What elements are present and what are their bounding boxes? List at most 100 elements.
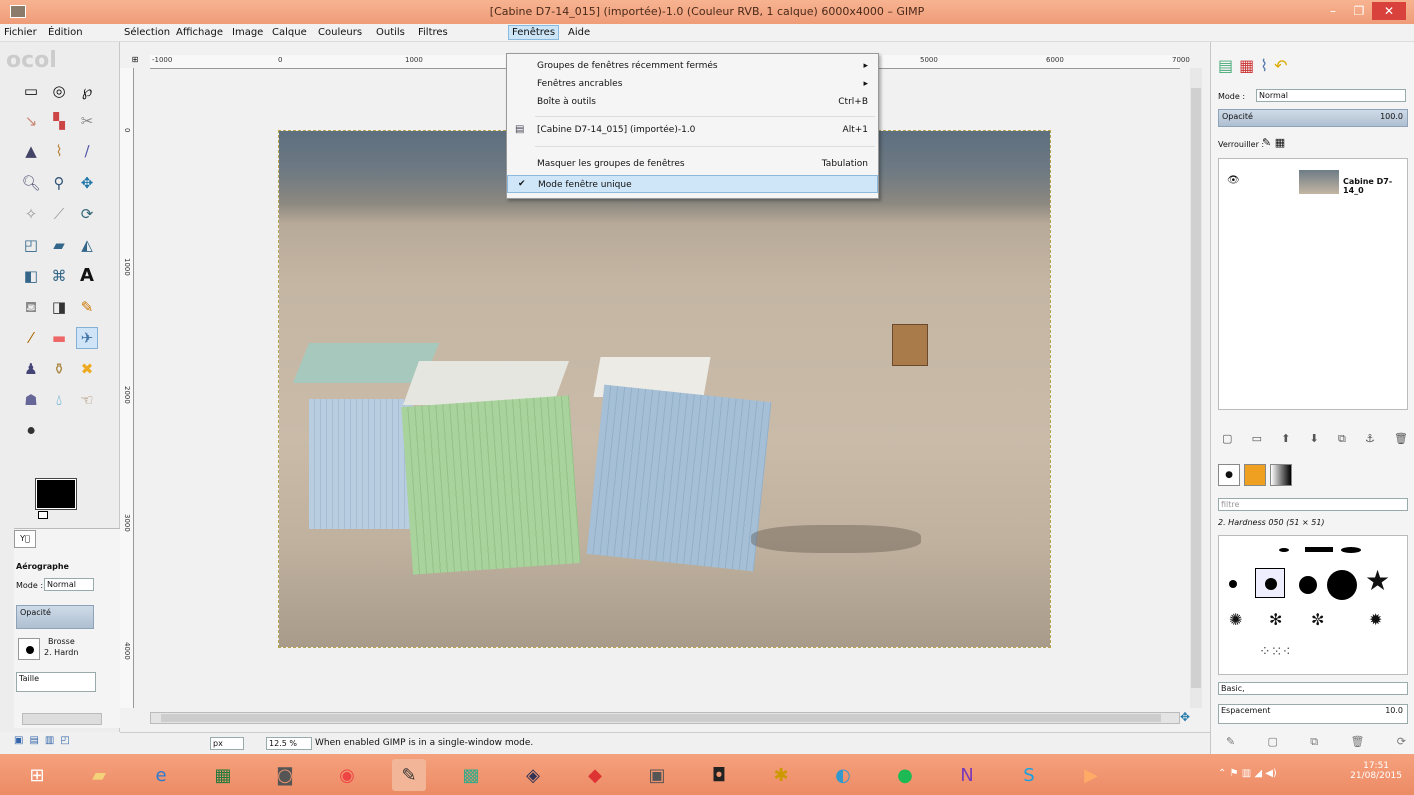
menu-aide[interactable]: Aide bbox=[568, 27, 590, 38]
menu-edition[interactable]: Édition bbox=[48, 27, 83, 38]
splatter-brush-icon[interactable]: ✼ bbox=[1311, 610, 1324, 629]
patterns-tab-icon[interactable] bbox=[1244, 464, 1266, 486]
brush-filter-input[interactable]: filtre bbox=[1218, 498, 1408, 511]
menu-fichier[interactable]: Fichier bbox=[4, 27, 37, 38]
zoom-select[interactable]: 12.5 % bbox=[266, 737, 312, 750]
new-group-icon[interactable]: ▭ bbox=[1252, 432, 1262, 446]
rotate-icon[interactable]: ⟳ bbox=[76, 203, 98, 225]
file-explorer-icon[interactable]: ▰ bbox=[82, 759, 116, 791]
new-brush-icon[interactable]: ▢ bbox=[1268, 735, 1278, 749]
foreground-color-swatch[interactable] bbox=[35, 478, 77, 510]
app-icon[interactable]: ◐ bbox=[826, 759, 860, 791]
vertical-scroll-thumb[interactable] bbox=[1191, 88, 1201, 688]
dodge-burn-icon[interactable]: ⚫︎ bbox=[20, 420, 42, 442]
start-button-icon[interactable]: ⊞ bbox=[20, 759, 54, 791]
menu-outils[interactable]: Outils bbox=[376, 27, 405, 38]
heal-icon[interactable]: ✖ bbox=[76, 358, 98, 380]
shear-icon[interactable]: ▰ bbox=[48, 234, 70, 256]
menu-fenetres[interactable]: Fenêtres bbox=[508, 25, 560, 40]
brush-item[interactable] bbox=[1305, 547, 1333, 552]
minimize-button[interactable]: – bbox=[1320, 2, 1346, 20]
scissors-icon[interactable]: ✂ bbox=[76, 110, 98, 132]
visibility-eye-icon[interactable]: 👁︎ bbox=[1227, 175, 1240, 186]
brushes-tab-icon[interactable]: ● bbox=[1218, 464, 1240, 486]
calculator-icon[interactable]: ▦ bbox=[206, 759, 240, 791]
skype-icon[interactable]: S bbox=[1012, 759, 1046, 791]
airbrush-icon[interactable]: ✈ bbox=[76, 327, 98, 349]
text-tool-icon[interactable]: A bbox=[76, 265, 98, 287]
app-icon[interactable]: ◈ bbox=[516, 759, 550, 791]
eraser-icon[interactable]: ▬ bbox=[48, 327, 70, 349]
menu-couleurs[interactable]: Couleurs bbox=[318, 27, 362, 38]
menu-filtres[interactable]: Filtres bbox=[418, 27, 448, 38]
menu-item-recent-groups[interactable]: Groupes de fenêtres récemment fermés ▸ bbox=[507, 57, 878, 75]
delete-brush-icon[interactable]: 🗑︎ bbox=[1350, 735, 1364, 749]
navigate-icon[interactable]: ✥ bbox=[1180, 710, 1190, 724]
channels-tab-icon[interactable]: ▦ bbox=[1239, 56, 1254, 75]
raise-layer-icon[interactable]: ⬆ bbox=[1281, 432, 1290, 446]
restore-options-icon[interactable]: ▤ bbox=[29, 735, 38, 751]
menu-item-toolbox[interactable]: Boîte à outils Ctrl+B bbox=[507, 93, 878, 111]
brush-preview[interactable] bbox=[18, 638, 40, 660]
ellipse-select-icon[interactable]: ◎ bbox=[48, 80, 70, 102]
splatter-brush-icon[interactable]: ✺ bbox=[1229, 610, 1242, 629]
move-icon[interactable]: ✥ bbox=[76, 172, 98, 194]
menu-item-hide-docks[interactable]: Masquer les groupes de fenêtres Tabulatio… bbox=[507, 155, 878, 173]
bucket-fill-icon[interactable]: ⛾ bbox=[20, 296, 42, 318]
brush-item[interactable] bbox=[1341, 547, 1361, 553]
layer-opacity-slider[interactable]: Opacité 100.0 bbox=[1218, 109, 1408, 127]
menu-image[interactable]: Image bbox=[232, 27, 263, 38]
quick-mask-corner-icon[interactable]: ⊞ bbox=[124, 55, 146, 69]
background-color-swatch[interactable] bbox=[38, 511, 48, 519]
tool-size-slider[interactable]: Taille bbox=[16, 672, 96, 692]
menu-item-dockable-windows[interactable]: Fenêtres ancrables ▸ bbox=[507, 75, 878, 93]
save-options-icon[interactable]: ▣ bbox=[14, 735, 23, 751]
clone-icon[interactable]: ⚱ bbox=[48, 358, 70, 380]
gradients-tab-icon[interactable] bbox=[1270, 464, 1292, 486]
spacing-slider[interactable]: Espacement 10.0 bbox=[1218, 704, 1408, 724]
edit-brush-icon[interactable]: ✎ bbox=[1226, 735, 1235, 749]
splatter-brush-icon[interactable]: ✻ bbox=[1269, 610, 1282, 629]
layer-row[interactable]: 👁︎ Cabine D7-14_0 bbox=[1219, 166, 1407, 196]
maximize-button[interactable]: ❐ bbox=[1346, 2, 1372, 20]
menu-calque[interactable]: Calque bbox=[272, 27, 307, 38]
duplicate-brush-icon[interactable]: ⧉ bbox=[1310, 735, 1318, 749]
cage-icon[interactable]: ⌘ bbox=[48, 265, 70, 287]
unit-select[interactable]: px bbox=[210, 737, 244, 750]
gradient-icon[interactable]: ◨ bbox=[48, 296, 70, 318]
menu-item-image-window[interactable]: ▤ [Cabine D7-14_015] (importée)-1.0 Alt+1 bbox=[507, 121, 878, 139]
smudge-icon[interactable]: ☜ bbox=[76, 389, 98, 411]
tool-opacity-slider[interactable]: Opacité bbox=[16, 605, 94, 629]
app-icon[interactable]: ✱ bbox=[764, 759, 798, 791]
brush-item-selected[interactable] bbox=[1255, 568, 1285, 598]
app-icon[interactable]: ◙ bbox=[268, 759, 302, 791]
fuzzy-select-icon[interactable]: ↘ bbox=[20, 110, 42, 132]
lock-icons[interactable]: ✎ ▦ bbox=[1262, 136, 1285, 149]
paths-icon[interactable]: ⌇ bbox=[48, 140, 70, 162]
gimp-taskbar-icon[interactable]: ✎ bbox=[392, 759, 426, 791]
internet-explorer-icon[interactable]: e bbox=[144, 759, 178, 791]
scale-icon[interactable]: ◰ bbox=[20, 234, 42, 256]
brush-preset-select[interactable]: Basic, bbox=[1218, 682, 1408, 695]
vertical-ruler[interactable]: 0 1000 2000 3000 4000 bbox=[120, 68, 134, 708]
horizontal-scrollbar[interactable] bbox=[150, 712, 1180, 724]
anchor-layer-icon[interactable]: ⚓︎ bbox=[1365, 432, 1375, 446]
photo-app-icon[interactable]: ▩ bbox=[454, 759, 488, 791]
pencil-icon[interactable]: ✎ bbox=[76, 296, 98, 318]
brush-item[interactable] bbox=[1279, 548, 1289, 552]
color-select-icon[interactable]: ▚ bbox=[48, 110, 70, 132]
zoom-icon[interactable]: 🔍︎ bbox=[20, 172, 42, 194]
ink-icon[interactable]: ♟ bbox=[20, 358, 42, 380]
crop-icon[interactable]: ⟋ bbox=[48, 203, 70, 225]
app-icon[interactable]: ▶ bbox=[1074, 759, 1108, 791]
tool-options-tab-icon[interactable]: Y⃝ bbox=[14, 530, 36, 548]
foreground-select-icon[interactable]: ▲ bbox=[20, 140, 42, 162]
rect-select-icon[interactable]: ▭ bbox=[20, 80, 42, 102]
horizontal-scroll-thumb[interactable] bbox=[161, 714, 1161, 722]
system-tray-icons[interactable]: ⌃ ⚑ ▥ ◢ ◀) bbox=[1218, 768, 1277, 779]
tool-options-scrollbar[interactable] bbox=[22, 713, 102, 725]
color-picker-icon[interactable]: ∕ bbox=[76, 140, 98, 162]
layers-tab-icon[interactable]: ▤ bbox=[1218, 56, 1233, 75]
chrome-icon[interactable]: ◉ bbox=[330, 759, 364, 791]
lower-layer-icon[interactable]: ⬇ bbox=[1310, 432, 1319, 446]
